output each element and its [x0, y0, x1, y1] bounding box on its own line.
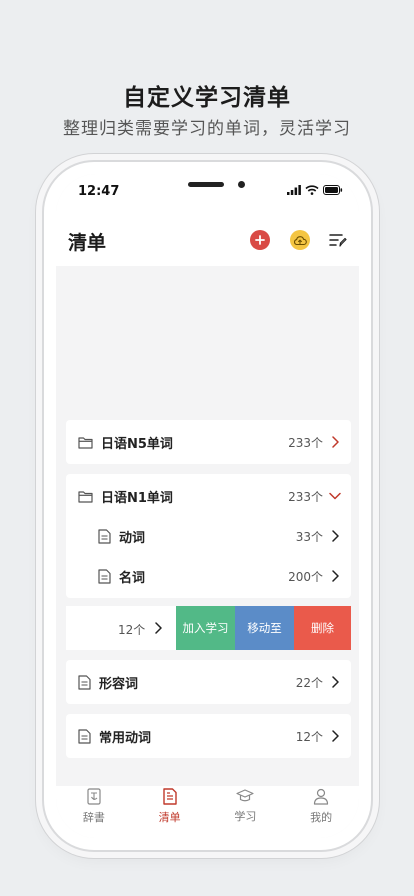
- folder-icon: [78, 490, 93, 503]
- tab-bar: 辞書 清单 学习 我的: [56, 786, 359, 838]
- chevron-right-icon: [332, 530, 339, 542]
- add-button[interactable]: [250, 230, 270, 250]
- list-count: 12个: [118, 623, 146, 637]
- tab-label: 辞書: [82, 811, 105, 824]
- status-icons: [287, 185, 343, 195]
- list-name: 形容词: [99, 676, 139, 692]
- list-item[interactable]: 日语N1单词 233个: [66, 476, 351, 516]
- signal-icon: [287, 185, 301, 195]
- list-count: 22个: [295, 675, 323, 690]
- sublist-item[interactable]: 动词 33个: [66, 516, 351, 556]
- swiped-list-item[interactable]: 12个 加入学习 移动至 删除: [66, 606, 351, 650]
- cloud-sync-button[interactable]: [290, 230, 310, 250]
- tab-lists[interactable]: 清单: [132, 786, 208, 838]
- tab-study[interactable]: 学习: [208, 786, 284, 838]
- graduation-cap-icon: [236, 789, 254, 802]
- tab-profile[interactable]: 我的: [283, 786, 359, 838]
- sublist-name: 动词: [119, 530, 146, 546]
- list-name: 日语N1单词: [101, 490, 173, 506]
- list-count: 233个: [288, 435, 323, 450]
- list-count: 233个: [288, 489, 323, 504]
- list-card-n1[interactable]: 日语N1单词 233个 动词 33个 名词 200个: [66, 474, 351, 598]
- sublist-item[interactable]: 名词 200个: [66, 556, 351, 596]
- dictionary-icon: [87, 788, 101, 805]
- list-item[interactable]: 常用动词 12个: [66, 716, 351, 756]
- battery-icon: [323, 185, 343, 195]
- tab-label: 我的: [310, 811, 333, 824]
- sublist-count: 200个: [288, 569, 323, 584]
- list-icon: [162, 788, 177, 805]
- chevron-right-icon: [332, 730, 339, 742]
- plus-icon: [255, 235, 265, 245]
- folder-icon: [78, 436, 93, 449]
- list-name: 常用动词: [99, 730, 152, 746]
- delete-button[interactable]: 删除: [294, 606, 351, 650]
- move-to-button[interactable]: 移动至: [235, 606, 294, 650]
- header: 清单: [56, 210, 359, 266]
- notch-camera: [238, 181, 245, 188]
- sublist-count: 33个: [295, 529, 323, 544]
- edit-list-button[interactable]: [328, 230, 348, 250]
- chevron-right-icon: [332, 676, 339, 688]
- document-icon: [98, 528, 111, 544]
- app-screen: 12:47 清单 日语N5单词 233个 日语N1单词 233个 动词 33个 …: [56, 174, 359, 838]
- status-time: 12:47: [78, 184, 120, 199]
- chevron-down-icon: [329, 492, 341, 500]
- document-icon: [78, 674, 91, 690]
- list-edit-icon: [329, 234, 347, 247]
- cloud-upload-icon: [294, 235, 307, 245]
- tab-label: 清单: [158, 811, 181, 824]
- chevron-right-icon: [155, 622, 162, 634]
- list-card-adjective[interactable]: 形容词 22个: [66, 660, 351, 704]
- list-count: 12个: [295, 729, 323, 744]
- page-title: 清单: [68, 232, 107, 254]
- user-icon: [314, 788, 329, 805]
- wifi-icon: [305, 185, 319, 195]
- list-item[interactable]: 形容词 22个: [66, 662, 351, 702]
- promo-subtitle: 整理归类需要学习的单词，灵活学习: [63, 119, 351, 139]
- notch: [126, 174, 289, 198]
- document-icon: [78, 728, 91, 744]
- chevron-right-icon: [332, 570, 339, 582]
- list-item[interactable]: 日语N5单词 233个: [66, 422, 351, 462]
- sublist-name: 名词: [119, 570, 146, 586]
- promo-title: 自定义学习清单: [123, 85, 291, 111]
- list-card-n5[interactable]: 日语N5单词 233个: [66, 420, 351, 464]
- list-card-common-verbs[interactable]: 常用动词 12个: [66, 714, 351, 758]
- phone-frame: 12:47 清单 日语N5单词 233个 日语N1单词 233个 动词 33个 …: [42, 160, 373, 852]
- tab-label: 学习: [234, 810, 257, 823]
- list-name: 日语N5单词: [101, 436, 173, 452]
- document-icon: [98, 568, 111, 584]
- notch-speaker: [188, 182, 224, 187]
- chevron-right-icon: [332, 436, 339, 448]
- add-to-study-button[interactable]: 加入学习: [176, 606, 235, 650]
- tab-dictionary[interactable]: 辞書: [56, 786, 132, 838]
